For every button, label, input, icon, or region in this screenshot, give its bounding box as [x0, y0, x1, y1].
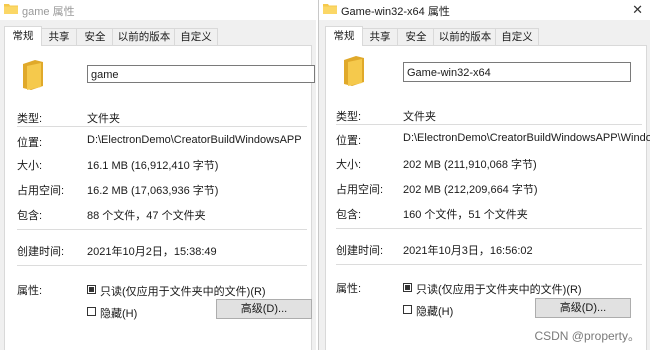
type-label: 类型: [336, 111, 362, 123]
properties-dialog-game: game 属性 常规 共享 安全 以前的版本 自定义 game 类型: 文件夹 … [0, 0, 316, 350]
folder-icon [323, 4, 337, 14]
size-label: 大小: [336, 159, 362, 171]
watermark: CSDN @property。 [534, 329, 640, 343]
attributes-label: 属性: [336, 283, 362, 295]
disk-size-label: 占用空间: [336, 184, 384, 196]
tab-security[interactable]: 安全 [397, 28, 435, 45]
name-field[interactable]: Game-win32-x64 [403, 62, 631, 82]
separator [336, 228, 642, 229]
folder-icon [23, 60, 43, 90]
hidden-checkbox[interactable] [87, 307, 96, 316]
separator [17, 229, 307, 230]
tab-sharing[interactable]: 共享 [40, 28, 78, 45]
tab-customize[interactable]: 自定义 [495, 28, 539, 45]
folder-icon [4, 4, 18, 14]
tab-general[interactable]: 常规 [325, 26, 363, 46]
tab-strip: 常规 共享 安全 以前的版本 自定义 [325, 26, 650, 46]
readonly-label: 只读(仅应用于文件夹中的文件)(R) [416, 284, 582, 296]
separator [336, 264, 642, 265]
tab-previous-versions[interactable]: 以前的版本 [112, 28, 176, 45]
size-value: 202 MB (211,910,068 字节) [403, 159, 537, 171]
contains-value: 88 个文件，47 个文件夹 [87, 210, 206, 222]
created-label: 创建时间: [336, 245, 384, 257]
disk-size-label: 占用空间: [17, 185, 65, 197]
title-bar[interactable]: Game-win32-x64 属性 ✕ [319, 0, 650, 20]
window-title: Game-win32-x64 属性 [341, 6, 450, 18]
created-value: 2021年10月3日，16:56:02 [403, 245, 533, 257]
readonly-checkbox[interactable] [403, 283, 412, 292]
created-value: 2021年10月2日，15:38:49 [87, 246, 217, 258]
created-label: 创建时间: [17, 246, 65, 258]
readonly-checkbox[interactable] [87, 285, 96, 294]
tab-strip: 常规 共享 安全 以前的版本 自定义 [4, 26, 316, 46]
close-icon[interactable]: ✕ [632, 2, 643, 18]
title-bar[interactable]: game 属性 [0, 0, 316, 20]
tab-customize[interactable]: 自定义 [174, 28, 218, 45]
advanced-button[interactable]: 高级(D)... [535, 298, 631, 318]
properties-dialog-game-win32-x64: Game-win32-x64 属性 ✕ 常规 共享 安全 以前的版本 自定义 G… [318, 0, 650, 350]
folder-icon [344, 56, 364, 86]
contains-value: 160 个文件，51 个文件夹 [403, 209, 528, 221]
disk-size-value: 202 MB (212,209,664 字节) [403, 184, 538, 196]
readonly-label: 只读(仅应用于文件夹中的文件)(R) [100, 286, 266, 298]
general-panel: Game-win32-x64 类型: 文件夹 位置: D:\ElectronDe… [325, 45, 650, 350]
disk-size-value: 16.2 MB (17,063,936 字节) [87, 185, 219, 197]
location-value: D:\ElectronDemo\CreatorBuildWindowsAPP\W… [403, 132, 650, 144]
separator [17, 265, 307, 266]
contains-label: 包含: [336, 209, 362, 221]
hidden-label: 隐藏(H) [416, 306, 454, 318]
advanced-button[interactable]: 高级(D)... [216, 299, 312, 319]
separator [336, 124, 642, 125]
type-value: 文件夹 [403, 111, 436, 123]
window-title: game 属性 [22, 6, 75, 18]
type-label: 类型: [17, 113, 43, 125]
size-value: 16.1 MB (16,912,410 字节) [87, 160, 219, 172]
type-value: 文件夹 [87, 113, 120, 125]
tab-previous-versions[interactable]: 以前的版本 [433, 28, 497, 45]
general-panel: game 类型: 文件夹 位置: D:\ElectronDemo\Creator… [4, 45, 315, 350]
hidden-label: 隐藏(H) [100, 308, 138, 320]
location-value: D:\ElectronDemo\CreatorBuildWindowsAPP [87, 134, 302, 146]
tab-sharing[interactable]: 共享 [361, 28, 399, 45]
contains-label: 包含: [17, 210, 43, 222]
name-field[interactable]: game [87, 65, 315, 83]
size-label: 大小: [17, 160, 43, 172]
tab-security[interactable]: 安全 [76, 28, 114, 45]
location-label: 位置: [336, 135, 362, 147]
attributes-label: 属性: [17, 285, 43, 297]
hidden-checkbox[interactable] [403, 305, 412, 314]
location-label: 位置: [17, 137, 43, 149]
tab-general[interactable]: 常规 [4, 26, 42, 46]
separator [17, 126, 307, 127]
